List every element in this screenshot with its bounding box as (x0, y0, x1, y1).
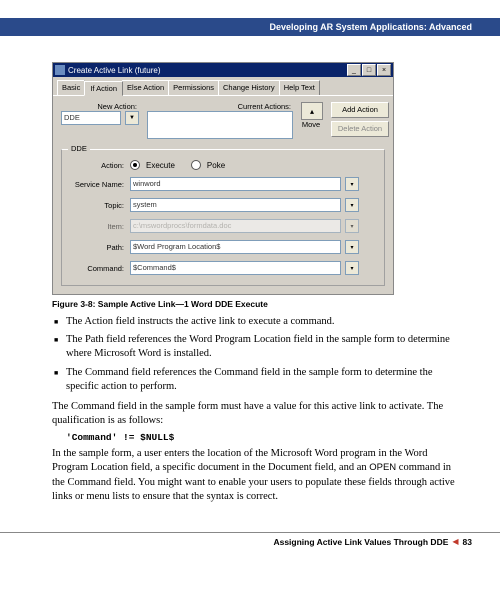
move-up-button[interactable]: ▴ (301, 102, 323, 120)
footer-triangle-icon: ◀ (452, 537, 458, 546)
tab-basic[interactable]: Basic (57, 80, 85, 95)
bullet-list: The Action field instructs the active li… (52, 315, 464, 394)
doc-header-title: Developing AR System Applications: Advan… (269, 22, 472, 32)
create-active-link-window: Create Active Link (future) _ □ × Basic … (52, 62, 394, 295)
qualification-code: 'Command' != $NULL$ (66, 432, 464, 443)
new-action-label: New Action: (61, 102, 139, 111)
action-poke-text: Poke (207, 161, 225, 170)
path-label: Path: (70, 243, 126, 252)
action-execute-radio[interactable] (130, 160, 140, 170)
window-title-text: Create Active Link (future) (68, 66, 160, 75)
delete-action-button[interactable]: Delete Action (331, 121, 389, 137)
item-label: Item: (70, 222, 126, 231)
bullet-item: The Action field instructs the active li… (66, 315, 464, 329)
new-action-dropdown-icon[interactable]: ▼ (125, 111, 139, 125)
command-label: Command: (70, 264, 126, 273)
move-label: Move (301, 120, 323, 129)
action-execute-text: Execute (146, 161, 175, 170)
action-poke-radio[interactable] (191, 160, 201, 170)
item-input: c:\mswordprocs\formdata.doc (130, 219, 341, 233)
tab-change-history[interactable]: Change History (218, 80, 280, 95)
action-label: Action: (70, 161, 126, 170)
open-keyword: OPEN (369, 462, 396, 473)
path-input[interactable]: $Word Program Location$ (130, 240, 341, 254)
footer-page-number: 83 (463, 537, 472, 547)
item-menu-icon: ▾ (345, 219, 359, 233)
add-action-button[interactable]: Add Action (331, 102, 389, 118)
footer-section: Assigning Active Link Values Through DDE (273, 537, 448, 547)
maximize-button[interactable]: □ (362, 64, 376, 76)
tab-permissions[interactable]: Permissions (168, 80, 219, 95)
paragraph: In the sample form, a user enters the lo… (52, 447, 464, 504)
minimize-button[interactable]: _ (347, 64, 361, 76)
window-titlebar[interactable]: Create Active Link (future) _ □ × (53, 63, 393, 77)
tab-help-text[interactable]: Help Text (279, 80, 320, 95)
topic-menu-icon[interactable]: ▾ (345, 198, 359, 212)
command-input[interactable]: $Command$ (130, 261, 341, 275)
tab-if-action[interactable]: If Action (84, 81, 123, 96)
current-actions-label: Current Actions: (147, 102, 293, 111)
bullet-item: The Path field references the Word Progr… (66, 333, 464, 361)
service-name-input[interactable]: winword (130, 177, 341, 191)
close-button[interactable]: × (377, 64, 391, 76)
tab-bar: Basic If Action Else Action Permissions … (53, 77, 393, 96)
page-content: Create Active Link (future) _ □ × Basic … (0, 36, 500, 504)
service-name-label: Service Name: (70, 180, 126, 189)
current-actions-list[interactable] (147, 111, 293, 139)
command-menu-icon[interactable]: ▾ (345, 261, 359, 275)
path-menu-icon[interactable]: ▾ (345, 240, 359, 254)
service-name-menu-icon[interactable]: ▾ (345, 177, 359, 191)
new-action-select[interactable]: DDE (61, 111, 121, 125)
doc-header: Developing AR System Applications: Advan… (0, 18, 500, 36)
bullet-item: The Command field references the Command… (66, 366, 464, 394)
dde-group-label: DDE (68, 144, 90, 153)
window-icon (55, 65, 65, 75)
paragraph: The Command field in the sample form mus… (52, 400, 464, 428)
topic-input[interactable]: system (130, 198, 341, 212)
tab-else-action[interactable]: Else Action (122, 80, 169, 95)
topic-label: Topic: (70, 201, 126, 210)
dde-group: DDE Action: Execute Poke Service Name: w… (61, 149, 385, 286)
panel-if-action: New Action: DDE ▼ Current Actions: ▴ Mov… (53, 96, 393, 294)
page-footer: Assigning Active Link Values Through DDE… (0, 532, 500, 561)
figure-caption: Figure 3-8: Sample Active Link—1 Word DD… (52, 299, 464, 309)
